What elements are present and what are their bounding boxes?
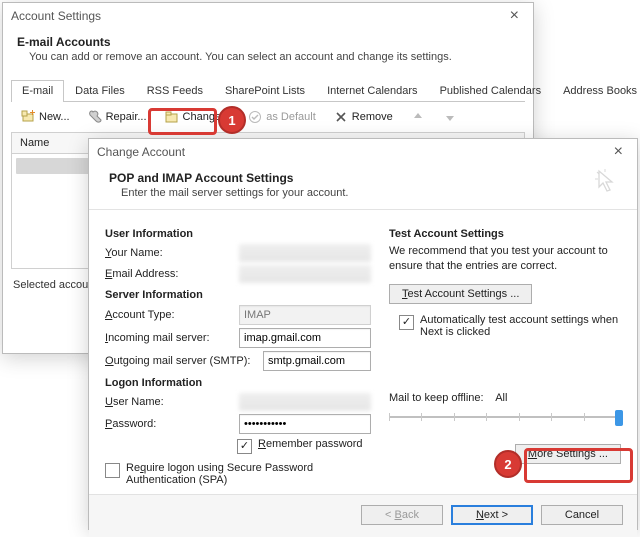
tab-data-files[interactable]: Data Files — [64, 80, 136, 102]
tab-published-calendars[interactable]: Published Calendars — [429, 80, 553, 102]
dialog-title: Change Account — [97, 145, 185, 159]
mail-offline-row: Mail to keep offline: All — [389, 392, 621, 426]
mail-offline-label: Mail to keep offline: — [389, 392, 484, 404]
set-default-label: as Default — [266, 111, 316, 123]
dialog-subheading: Enter the mail server settings for your … — [109, 185, 623, 207]
mail-offline-slider[interactable] — [389, 408, 621, 426]
toolbar: New... Repair... Change... as Default Re… — [3, 102, 533, 132]
group-server-info: Server Information — [105, 289, 371, 301]
mail-offline-value: All — [495, 392, 507, 404]
outgoing-server-input[interactable] — [263, 351, 371, 371]
account-type-select — [239, 305, 371, 325]
group-logon-info: Logon Information — [105, 377, 371, 389]
new-button[interactable]: New... — [15, 108, 76, 126]
auto-test-checkbox[interactable] — [399, 315, 414, 330]
close-icon[interactable]: × — [608, 142, 629, 162]
close-icon[interactable]: × — [504, 6, 525, 26]
tabstrip: E-mail Data Files RSS Feeds SharePoint L… — [11, 79, 525, 102]
check-circle-icon — [248, 110, 262, 124]
section-header: E-mail Accounts You can add or remove an… — [3, 29, 533, 73]
tab-sharepoint-lists[interactable]: SharePoint Lists — [214, 80, 316, 102]
tab-address-books[interactable]: Address Books — [552, 80, 640, 102]
username-field[interactable] — [239, 393, 371, 411]
remember-password-checkbox[interactable] — [237, 439, 252, 454]
spa-label: Require logon using Secure Password Auth… — [126, 462, 371, 486]
remove-icon — [334, 110, 348, 124]
repair-label: Repair... — [106, 111, 147, 123]
arrow-down-icon — [443, 110, 457, 124]
slider-thumb[interactable] — [615, 410, 623, 426]
label-outgoing: Outgoing mail server (SMTP): — [105, 355, 257, 367]
incoming-server-input[interactable] — [239, 328, 371, 348]
auto-test-label: Automatically test account settings when… — [420, 314, 621, 338]
cancel-button[interactable]: Cancel — [541, 505, 623, 525]
spa-checkbox[interactable] — [105, 463, 120, 478]
label-incoming: Incoming mail server: — [105, 332, 233, 344]
folder-change-icon — [165, 110, 179, 124]
tab-internet-calendars[interactable]: Internet Calendars — [316, 80, 429, 102]
remember-password-label: Remember password — [258, 438, 363, 450]
change-account-window: Change Account × POP and IMAP Account Se… — [88, 138, 638, 530]
repair-button[interactable]: Repair... — [82, 108, 153, 126]
dialog-heading: POP and IMAP Account Settings — [109, 171, 623, 185]
move-down-button — [437, 108, 463, 126]
wrench-icon — [88, 110, 102, 124]
section-subtitle: You can add or remove an account. You ca… — [17, 49, 519, 71]
dialog-titlebar: Change Account × — [89, 139, 637, 165]
label-email: Email Address: — [105, 268, 233, 280]
more-settings-button[interactable]: More Settings ... — [515, 444, 621, 464]
test-account-settings-button[interactable]: Test Account Settings ... — [389, 284, 532, 304]
group-user-info: User Information — [105, 228, 371, 240]
badge-2: 2 — [494, 450, 522, 478]
new-label: New... — [39, 111, 70, 123]
form-area: User Information Your Name: Email Addres… — [89, 214, 637, 494]
titlebar: Account Settings × — [3, 3, 533, 29]
new-icon — [21, 110, 35, 124]
remove-label: Remove — [352, 111, 393, 123]
back-button: < Back — [361, 505, 443, 525]
section-title: E-mail Accounts — [17, 35, 519, 49]
your-name-field[interactable] — [239, 244, 371, 262]
window-title: Account Settings — [11, 9, 101, 23]
label-your-name: Your Name: — [105, 247, 233, 259]
email-field[interactable] — [239, 265, 371, 283]
group-test: Test Account Settings — [389, 228, 621, 240]
next-button[interactable]: Next > — [451, 505, 533, 525]
left-column: User Information Your Name: Email Addres… — [105, 222, 371, 490]
test-description: We recommend that you test your account … — [389, 244, 621, 274]
label-username: User Name: — [105, 396, 233, 408]
label-account-type: Account Type: — [105, 309, 233, 321]
badge-1: 1 — [218, 106, 246, 134]
remove-button[interactable]: Remove — [328, 108, 399, 126]
password-input[interactable] — [239, 414, 371, 434]
tab-rss-feeds[interactable]: RSS Feeds — [136, 80, 214, 102]
label-password: Password: — [105, 418, 233, 430]
set-default-button: as Default — [242, 108, 322, 126]
move-up-button — [405, 108, 431, 126]
dialog-header: POP and IMAP Account Settings Enter the … — [89, 165, 637, 209]
cursor-arrow-icon — [593, 167, 621, 195]
tab-email[interactable]: E-mail — [11, 80, 64, 102]
arrow-up-icon — [411, 110, 425, 124]
